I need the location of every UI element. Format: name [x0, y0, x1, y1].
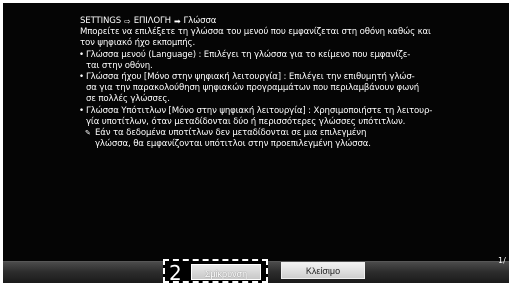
bullet-continuation: γία υποτίτλων, όταν μεταδίδονται δύο ή π…	[86, 116, 406, 127]
zoom-focus-frame[interactable]: 2 Σμίκρυνση	[163, 259, 268, 283]
bullet-icon: •	[79, 49, 84, 60]
manual-help-screen: SETTINGS ⇨ ΕΠΙΛΟΓΗ ➡ Γλώσσα Μπορείτε να …	[3, 3, 509, 283]
intro-line: τον ψηφιακό ήχο εκπομπής.	[80, 38, 196, 49]
menu-path: SETTINGS ⇨ ΕΠΙΛΟΓΗ ➡ Γλώσσα	[80, 16, 490, 27]
bullet-continuation: σε πολλές γλώσσες.	[86, 94, 170, 105]
audio-language-bullet: • Γλώσσα ήχου [Μόνο στην ψηφιακή λειτουρ…	[79, 72, 490, 83]
bullet-text: Γλώσσα Υπότιτλων [Μόνο στην ψηφιακή λειτ…	[86, 105, 433, 116]
help-content: SETTINGS ⇨ ΕΠΙΛΟΓΗ ➡ Γλώσσα Μπορείτε να …	[79, 16, 490, 150]
subtitle-note: ✎ Εάν τα δεδομένα υποτίτλων δεν μεταδίδο…	[80, 128, 490, 139]
zoom-out-button[interactable]: Σμίκρυνση	[191, 264, 261, 280]
page-indicator: 1/	[498, 256, 506, 265]
bullet-text: Γλώσσα μενού (Language) : Επιλέγει τη γλ…	[86, 49, 411, 60]
settings-path-label: SETTINGS	[80, 16, 122, 26]
menu-language-bullet: • Γλώσσα μενού (Language) : Επιλέγει τη …	[79, 49, 490, 61]
bullet-continuation: ται στην οθόνη.	[86, 60, 153, 71]
note-continuation: γλώσσα, θα εμφανίζονται υπότιτλοι στην π…	[95, 139, 371, 150]
bullet-icon: •	[79, 72, 84, 83]
bullet-continuation: σα για την παρακολούθηση ψηφιακών προγρα…	[86, 83, 420, 94]
bullet-text: Γλώσσα ήχου [Μόνο στην ψηφιακή λειτουργί…	[86, 72, 415, 83]
intro-line: Μπορείτε να επιλέξετε τη γλώσσα του μενο…	[80, 27, 431, 38]
selection-path-label: ΕΠΙΛΟΓΗ	[133, 16, 171, 26]
close-button[interactable]: Κλείσιμο	[281, 262, 365, 279]
note-icon: ✎	[85, 129, 91, 138]
number-badge: 2	[169, 261, 182, 285]
bullet-icon: •	[79, 105, 84, 116]
subtitle-language-bullet: • Γλώσσα Υπότιτλων [Μόνο στην ψηφιακή λε…	[79, 105, 490, 117]
note-text: Εάν τα δεδομένα υποτίτλων δεν μεταδίδοντ…	[95, 128, 367, 139]
right-arrow-icon: ⇨	[124, 16, 131, 26]
language-path-label: Γλώσσα	[183, 16, 217, 26]
right-arrow-icon: ➡	[173, 16, 181, 26]
